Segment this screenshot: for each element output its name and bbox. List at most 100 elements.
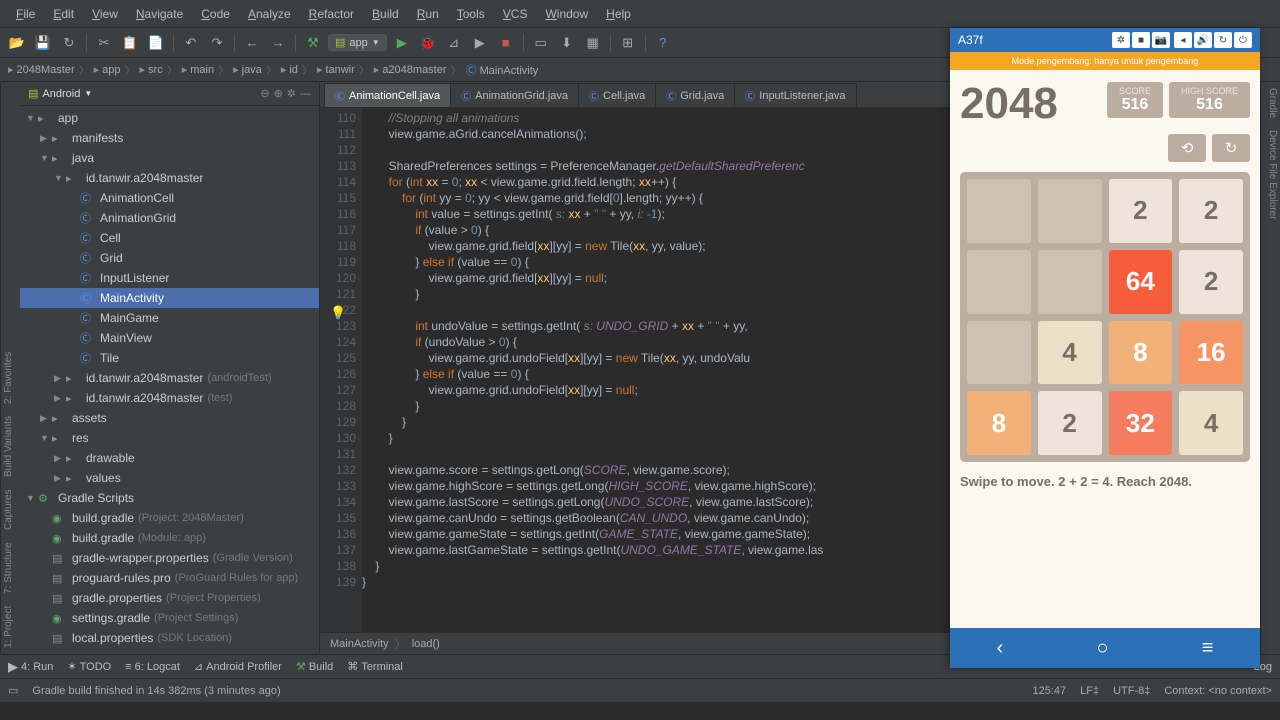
menu-vcs[interactable]: VCS [495, 3, 536, 25]
redo-icon[interactable]: ↷ [206, 32, 228, 54]
menu-build[interactable]: Build [364, 3, 407, 25]
menu-code[interactable]: Code [193, 3, 238, 25]
editor-tab[interactable]: ⒸInputListener.java [734, 83, 856, 107]
gear-icon[interactable]: ✲ [287, 87, 296, 100]
avd-icon[interactable]: ▭ [530, 32, 552, 54]
tree-item[interactable]: ▼⚙Gradle Scripts [20, 488, 319, 508]
tree-item[interactable]: ⒸTile [20, 348, 319, 368]
caret-position[interactable]: 125:47 [1032, 685, 1066, 697]
structure-icon[interactable]: ⊞ [617, 32, 639, 54]
tree-item[interactable]: ◉build.gradle(Module: app) [20, 528, 319, 548]
tree-item[interactable]: ▼▸java [20, 148, 319, 168]
logcat-tab[interactable]: ≡ 6: Logcat [125, 661, 180, 673]
crumb-class[interactable]: MainActivity [330, 638, 389, 650]
copy-icon[interactable]: 📋 [119, 32, 141, 54]
menu-edit[interactable]: Edit [45, 3, 82, 25]
terminal-tab[interactable]: ⌘ Terminal [347, 660, 403, 673]
run-button[interactable]: ▶ [391, 32, 413, 54]
left-tool-strip[interactable]: 1: Project7: StructureCapturesBuild Vari… [0, 82, 20, 654]
profiler-tab[interactable]: ⊿ Android Profiler [194, 660, 282, 673]
context-indicator[interactable]: Context: <no context> [1164, 685, 1272, 697]
layout-icon[interactable]: ▦ [582, 32, 604, 54]
help-icon[interactable]: ? [652, 32, 674, 54]
undo-icon[interactable]: ↶ [180, 32, 202, 54]
nav-recent-icon[interactable]: ≡ [1202, 637, 1214, 660]
emu-gear-icon[interactable]: ✲ [1112, 32, 1130, 48]
menu-navigate[interactable]: Navigate [128, 3, 191, 25]
nav-home-icon[interactable]: ○ [1096, 637, 1108, 660]
run-tab[interactable]: ▶4: Run [8, 659, 53, 675]
sdk-icon[interactable]: ⬇ [556, 32, 578, 54]
sync-icon[interactable]: ↻ [58, 32, 80, 54]
restart-button[interactable]: ↻ [1212, 134, 1250, 162]
emu-camera-icon[interactable]: 📷 [1152, 32, 1170, 48]
emu-power-icon[interactable]: ⏻ [1234, 32, 1252, 48]
stop-icon[interactable]: ■ [495, 32, 517, 54]
emu-rotate-icon[interactable]: ↻ [1214, 32, 1232, 48]
undo-button[interactable]: ⟲ [1168, 134, 1206, 162]
tree-item[interactable]: ⒸGrid [20, 248, 319, 268]
run-config-selector[interactable]: ▤ app ▼ [328, 34, 387, 51]
tree-item[interactable]: ▶▸manifests [20, 128, 319, 148]
tree-item[interactable]: ▤proguard-rules.pro(ProGuard Rules for a… [20, 568, 319, 588]
emu-video-icon[interactable]: ■ [1132, 32, 1150, 48]
game-board[interactable]: 22642481682324 [960, 172, 1250, 462]
editor-tab[interactable]: ⒸAnimationCell.java [324, 83, 451, 107]
editor-tab[interactable]: ⒸCell.java [578, 83, 656, 107]
tree-item[interactable]: ▶▸assets [20, 408, 319, 428]
tree-item[interactable]: ▶▸values [20, 468, 319, 488]
debug-icon[interactable]: 🐞 [417, 32, 439, 54]
hide-icon[interactable]: — [300, 88, 311, 100]
menu-refactor[interactable]: Refactor [301, 3, 362, 25]
project-tree[interactable]: ▼▸app▶▸manifests▼▸java▼▸id.tanwir.a2048m… [20, 106, 319, 654]
target-icon[interactable]: ⊕ [274, 87, 283, 100]
right-tool-strip[interactable]: GradleDevice File Explorer [1260, 82, 1280, 654]
back-icon[interactable]: ← [241, 32, 263, 54]
tree-item[interactable]: ⒸCell [20, 228, 319, 248]
menu-window[interactable]: Window [537, 3, 596, 25]
crumb-item[interactable]: ▸tanwir [317, 63, 355, 76]
chevron-down-icon[interactable]: ▼ [84, 89, 92, 98]
crumb-item[interactable]: ▸app [94, 63, 121, 76]
crumb-item[interactable]: ▸a2048master [374, 63, 447, 76]
menu-help[interactable]: Help [598, 3, 639, 25]
tree-item[interactable]: ▼▸id.tanwir.a2048master [20, 168, 319, 188]
hammer-icon[interactable]: ⚒ [302, 32, 324, 54]
open-icon[interactable]: 📂 [6, 32, 28, 54]
tree-item[interactable]: ▼▸app [20, 108, 319, 128]
file-encoding[interactable]: UTF-8‡ [1113, 685, 1150, 697]
menu-view[interactable]: View [84, 3, 126, 25]
cut-icon[interactable]: ✂ [93, 32, 115, 54]
tree-item[interactable]: ⒸMainGame [20, 308, 319, 328]
crumb-item[interactable]: ▸main [182, 63, 214, 76]
save-icon[interactable]: 💾 [32, 32, 54, 54]
tree-item[interactable]: ▤gradle-wrapper.properties(Gradle Versio… [20, 548, 319, 568]
menu-analyze[interactable]: Analyze [240, 3, 299, 25]
line-separator[interactable]: LF‡ [1080, 685, 1099, 697]
crumb-item[interactable]: ▸src [140, 63, 163, 76]
tree-item[interactable]: ▶▸id.tanwir.a2048master(androidTest) [20, 368, 319, 388]
todo-tab[interactable]: ✶ TODO [67, 660, 111, 673]
editor-tab[interactable]: ⒸGrid.java [655, 83, 735, 107]
tree-item[interactable]: ⒸAnimationGrid [20, 208, 319, 228]
paste-icon[interactable]: 📄 [145, 32, 167, 54]
attach-icon[interactable]: ▶ [469, 32, 491, 54]
emu-back-icon[interactable]: ◂ [1174, 32, 1192, 48]
crumb-item[interactable]: ▸java [233, 63, 262, 76]
tree-item[interactable]: ⒸInputListener [20, 268, 319, 288]
forward-icon[interactable]: → [267, 32, 289, 54]
collapse-icon[interactable]: ⊖ [260, 87, 269, 100]
nav-back-icon[interactable]: ‹ [997, 637, 1004, 660]
emu-sound-icon[interactable]: 🔊 [1194, 32, 1212, 48]
tree-item[interactable]: ◉build.gradle(Project: 2048Master) [20, 508, 319, 528]
editor-tab[interactable]: ⒸAnimationGrid.java [450, 83, 579, 107]
tree-item[interactable]: ▼▸res [20, 428, 319, 448]
profiler-icon[interactable]: ⊿ [443, 32, 465, 54]
intention-bulb-icon[interactable]: 💡 [330, 305, 346, 321]
panel-title[interactable]: Android [42, 88, 80, 100]
crumb-item[interactable]: ▸id [281, 63, 298, 76]
tree-item[interactable]: ▶▸id.tanwir.a2048master(test) [20, 388, 319, 408]
crumb-item[interactable]: Ⓒ MainActivity [466, 62, 539, 78]
build-tab[interactable]: ⚒ Build [296, 660, 333, 673]
tree-item[interactable]: ▤gradle.properties(Project Properties) [20, 588, 319, 608]
